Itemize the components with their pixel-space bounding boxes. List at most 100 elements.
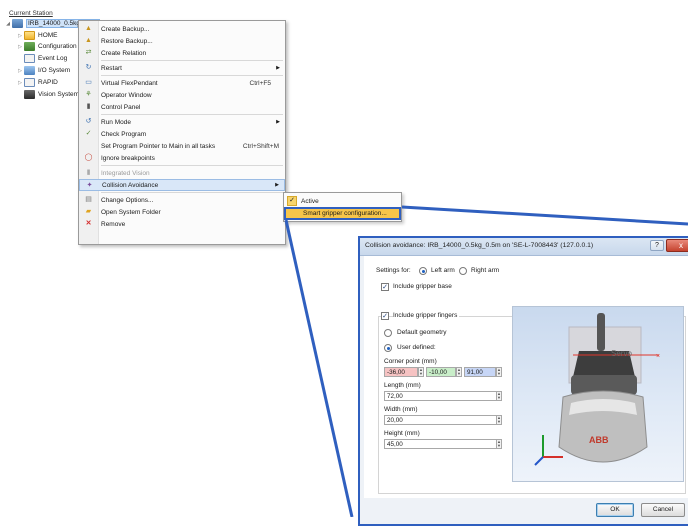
corner-z-input[interactable]: 91,00 <box>464 367 496 377</box>
tree-item-label: RAPID <box>38 79 58 86</box>
collision-avoidance-icon: ✦ <box>86 182 93 189</box>
rapid-icon <box>24 78 35 87</box>
menu-item-integrated-vision: ▮ Integrated Vision <box>79 167 285 179</box>
ignore-breakpoints-icon: ◯ <box>84 154 93 161</box>
menu-item-create-relation[interactable]: ⇄ Create Relation <box>79 47 285 59</box>
help-button[interactable]: ? <box>650 240 664 251</box>
gripper-finger <box>597 313 605 351</box>
cancel-button[interactable]: Cancel <box>641 503 685 517</box>
ok-button[interactable]: OK <box>596 503 634 517</box>
menu-item-check-program[interactable]: ✓ Check Program <box>79 128 285 140</box>
checkmark-icon: ✓ <box>287 196 297 206</box>
corner-y-input[interactable]: -10,00 <box>426 367 456 377</box>
corner-x-spinner[interactable]: ▲ ▼ <box>418 367 424 377</box>
include-gripper-fingers-checkbox[interactable]: ✓ <box>381 312 389 320</box>
menu-item-remove[interactable]: ✕ Remove <box>79 218 285 230</box>
tree-item-label: Vision System <box>38 91 80 98</box>
left-arm-radio[interactable] <box>419 267 427 275</box>
tree-item-event-log[interactable]: Event Log <box>16 53 67 64</box>
menu-item-restore-backup[interactable]: ▲ Restore Backup... <box>79 35 285 47</box>
check-program-icon: ✓ <box>85 130 92 137</box>
corner-z-spinner[interactable]: ▲ ▼ <box>496 367 502 377</box>
dialog-title: Collision avoidance: IRB_14000_0.5kg_0.5… <box>365 242 594 249</box>
menu-item-ignore-breakpoints[interactable]: ◯ Ignore breakpoints <box>79 152 285 164</box>
z-axis-line <box>534 456 544 466</box>
io-system-icon <box>24 66 35 75</box>
height-spinner[interactable]: ▲ ▼ <box>496 439 502 449</box>
gripper-3d-preview[interactable]: × Servo ABB <box>512 306 684 482</box>
tree-item-label: I/O System <box>38 67 71 74</box>
include-gripper-fingers-label: Include gripper fingers <box>393 312 460 319</box>
svg-text:×: × <box>656 353 660 360</box>
menu-item-virtual-flexpendant[interactable]: ▭ Virtual FlexPendant Ctrl+F5 <box>79 77 285 89</box>
dialog-body: Settings for: Left arm Right arm ✓ Inclu… <box>364 256 688 498</box>
collapse-arrow-icon[interactable]: ◢ <box>4 21 12 27</box>
menu-item-operator-window[interactable]: ⚘ Operator Window <box>79 89 285 101</box>
menu-item-create-backup[interactable]: ▲ Create Backup... <box>79 23 285 35</box>
expand-arrow-icon[interactable]: ▷ <box>16 33 24 39</box>
event-log-icon <box>24 54 35 63</box>
width-input[interactable]: 20,00 <box>384 415 497 425</box>
include-gripper-base-checkbox[interactable]: ✓ <box>381 283 389 291</box>
tree-item-home[interactable]: ▷ HOME <box>16 30 58 41</box>
operator-window-icon: ⚘ <box>85 91 92 98</box>
length-spinner[interactable]: ▲ ▼ <box>496 391 502 401</box>
open-folder-icon: ▰ <box>85 208 92 215</box>
integrated-vision-icon: ▮ <box>86 169 91 176</box>
relation-icon: ⇄ <box>85 49 92 56</box>
change-options-icon: ▤ <box>85 196 92 203</box>
submenu-arrow-icon: ▶ <box>275 182 279 188</box>
settings-for-label: Settings for: <box>376 267 411 274</box>
tree-item-vision-system[interactable]: Vision System <box>24 89 79 100</box>
tree-title: Current Station <box>9 10 53 17</box>
menu-item-restart[interactable]: ↻ Restart ▶ <box>79 62 285 74</box>
height-input[interactable]: 45,00 <box>384 439 497 449</box>
left-arm-label: Left arm <box>431 267 455 274</box>
include-gripper-base-label: Include gripper base <box>393 283 452 290</box>
menu-item-control-panel[interactable]: ▮ Control Panel <box>79 101 285 113</box>
restore-icon: ▲ <box>85 37 92 44</box>
user-defined-label: User defined: <box>397 344 436 351</box>
width-label: Width (mm) <box>384 406 418 413</box>
submenu-arrow-icon: ▶ <box>276 119 280 125</box>
tree-item-label: Configuration <box>38 43 77 50</box>
vision-system-icon <box>24 90 35 99</box>
collision-avoidance-submenu: ✓ Active Smart gripper configuration... <box>283 192 402 222</box>
expand-arrow-icon[interactable]: ▷ <box>16 44 24 50</box>
control-panel-icon: ▮ <box>86 103 91 110</box>
close-button[interactable]: x <box>666 239 688 252</box>
menu-item-run-mode[interactable]: ↺ Run Mode ▶ <box>79 116 285 128</box>
tree-item-label: HOME <box>38 32 58 39</box>
backup-icon: ▲ <box>85 25 92 32</box>
menu-item-change-options[interactable]: ▤ Change Options... <box>79 194 285 206</box>
tree-item-rapid[interactable]: ▷ RAPID <box>16 77 58 88</box>
corner-x-input[interactable]: -36,00 <box>384 367 418 377</box>
length-input[interactable]: 72,00 <box>384 391 497 401</box>
robot-station-icon <box>12 19 23 28</box>
expand-arrow-icon[interactable]: ▷ <box>16 68 24 74</box>
right-arm-label: Right arm <box>471 267 500 274</box>
run-mode-icon: ↺ <box>85 118 92 125</box>
menu-item-set-program-pointer[interactable]: Set Program Pointer to Main in all tasks… <box>79 140 285 152</box>
default-geometry-label: Default geometry <box>397 329 447 336</box>
folder-icon <box>24 31 35 40</box>
expand-arrow-icon[interactable]: ▷ <box>16 80 24 86</box>
restart-icon: ↻ <box>85 64 92 71</box>
callout-line-top <box>401 205 688 226</box>
dialog-titlebar[interactable]: Collision avoidance: IRB_14000_0.5kg_0.5… <box>360 238 688 256</box>
right-arm-radio[interactable] <box>459 267 467 275</box>
submenu-item-active[interactable]: ✓ Active <box>284 195 401 207</box>
user-defined-radio[interactable] <box>384 344 392 352</box>
svg-text:ABB: ABB <box>589 435 609 445</box>
menu-item-open-system-folder[interactable]: ▰ Open System Folder <box>79 206 285 218</box>
submenu-item-smart-gripper-configuration[interactable]: Smart gripper configuration... <box>284 207 401 220</box>
corner-y-spinner[interactable]: ▲ ▼ <box>456 367 462 377</box>
tree-item-io-system[interactable]: ▷ I/O System <box>16 65 70 76</box>
configuration-icon <box>24 42 35 51</box>
width-spinner[interactable]: ▲ ▼ <box>496 415 502 425</box>
menu-item-collision-avoidance[interactable]: ✦ Collision Avoidance ▶ <box>79 179 285 191</box>
corner-point-label: Corner point (mm) <box>384 358 437 365</box>
submenu-arrow-icon: ▶ <box>276 65 280 71</box>
tree-item-configuration[interactable]: ▷ Configuration <box>16 41 77 52</box>
default-geometry-radio[interactable] <box>384 329 392 337</box>
